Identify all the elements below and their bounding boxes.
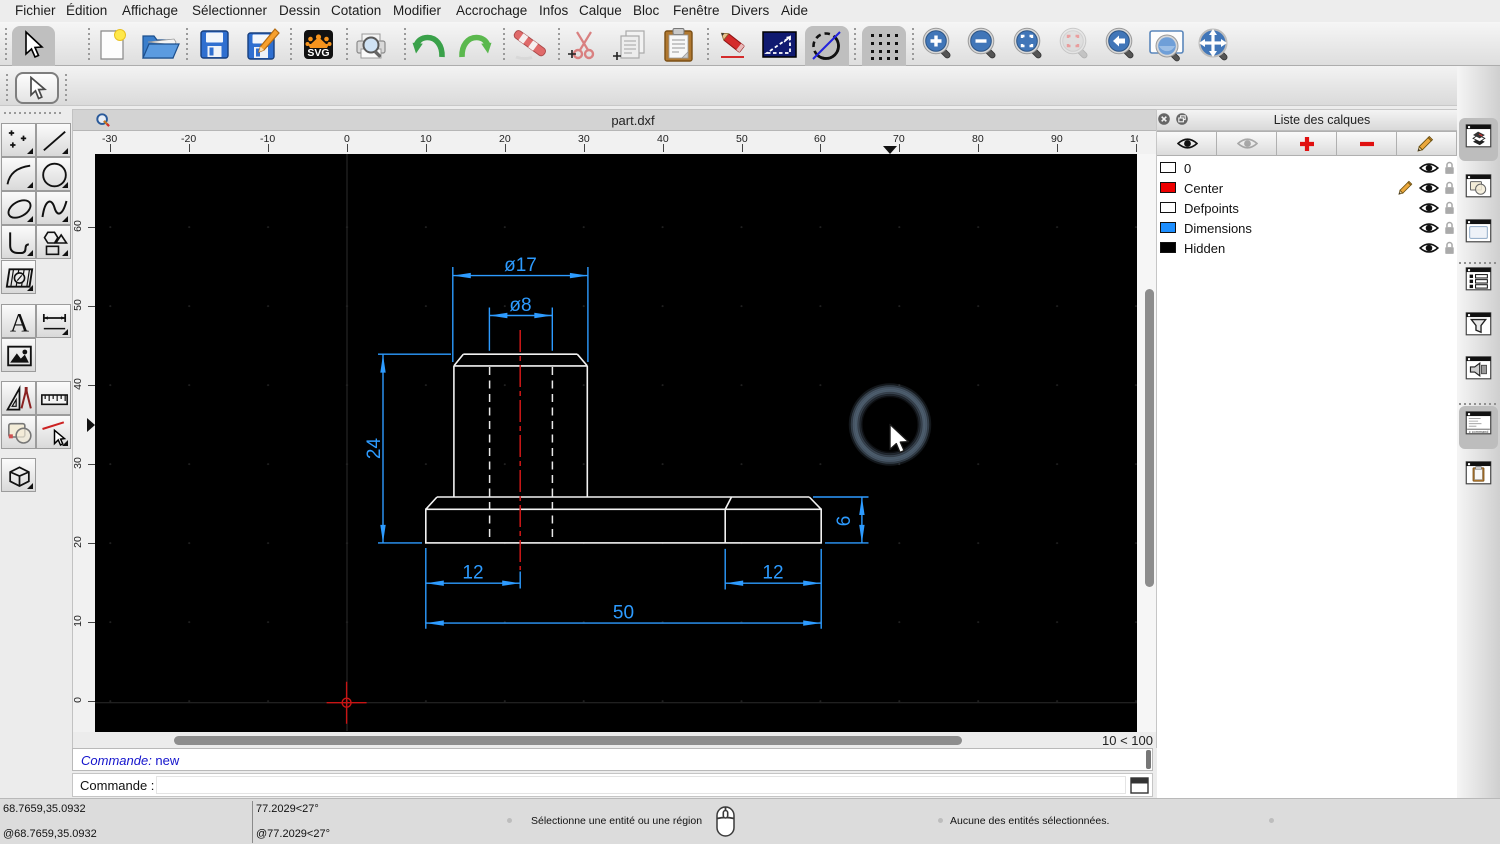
svg-text:c command: c command [1469,430,1489,434]
svg-text:24: 24 [364,438,385,460]
svg-text:ø17: ø17 [504,255,537,276]
svg-text:6: 6 [834,516,855,527]
svg-text:A: A [10,307,30,337]
svg-text:SVG: SVG [307,47,329,59]
svg-text:12: 12 [762,563,783,584]
svg-text:ø8: ø8 [509,295,531,316]
svg-text:12: 12 [462,563,483,584]
svg-text:50: 50 [613,603,634,624]
